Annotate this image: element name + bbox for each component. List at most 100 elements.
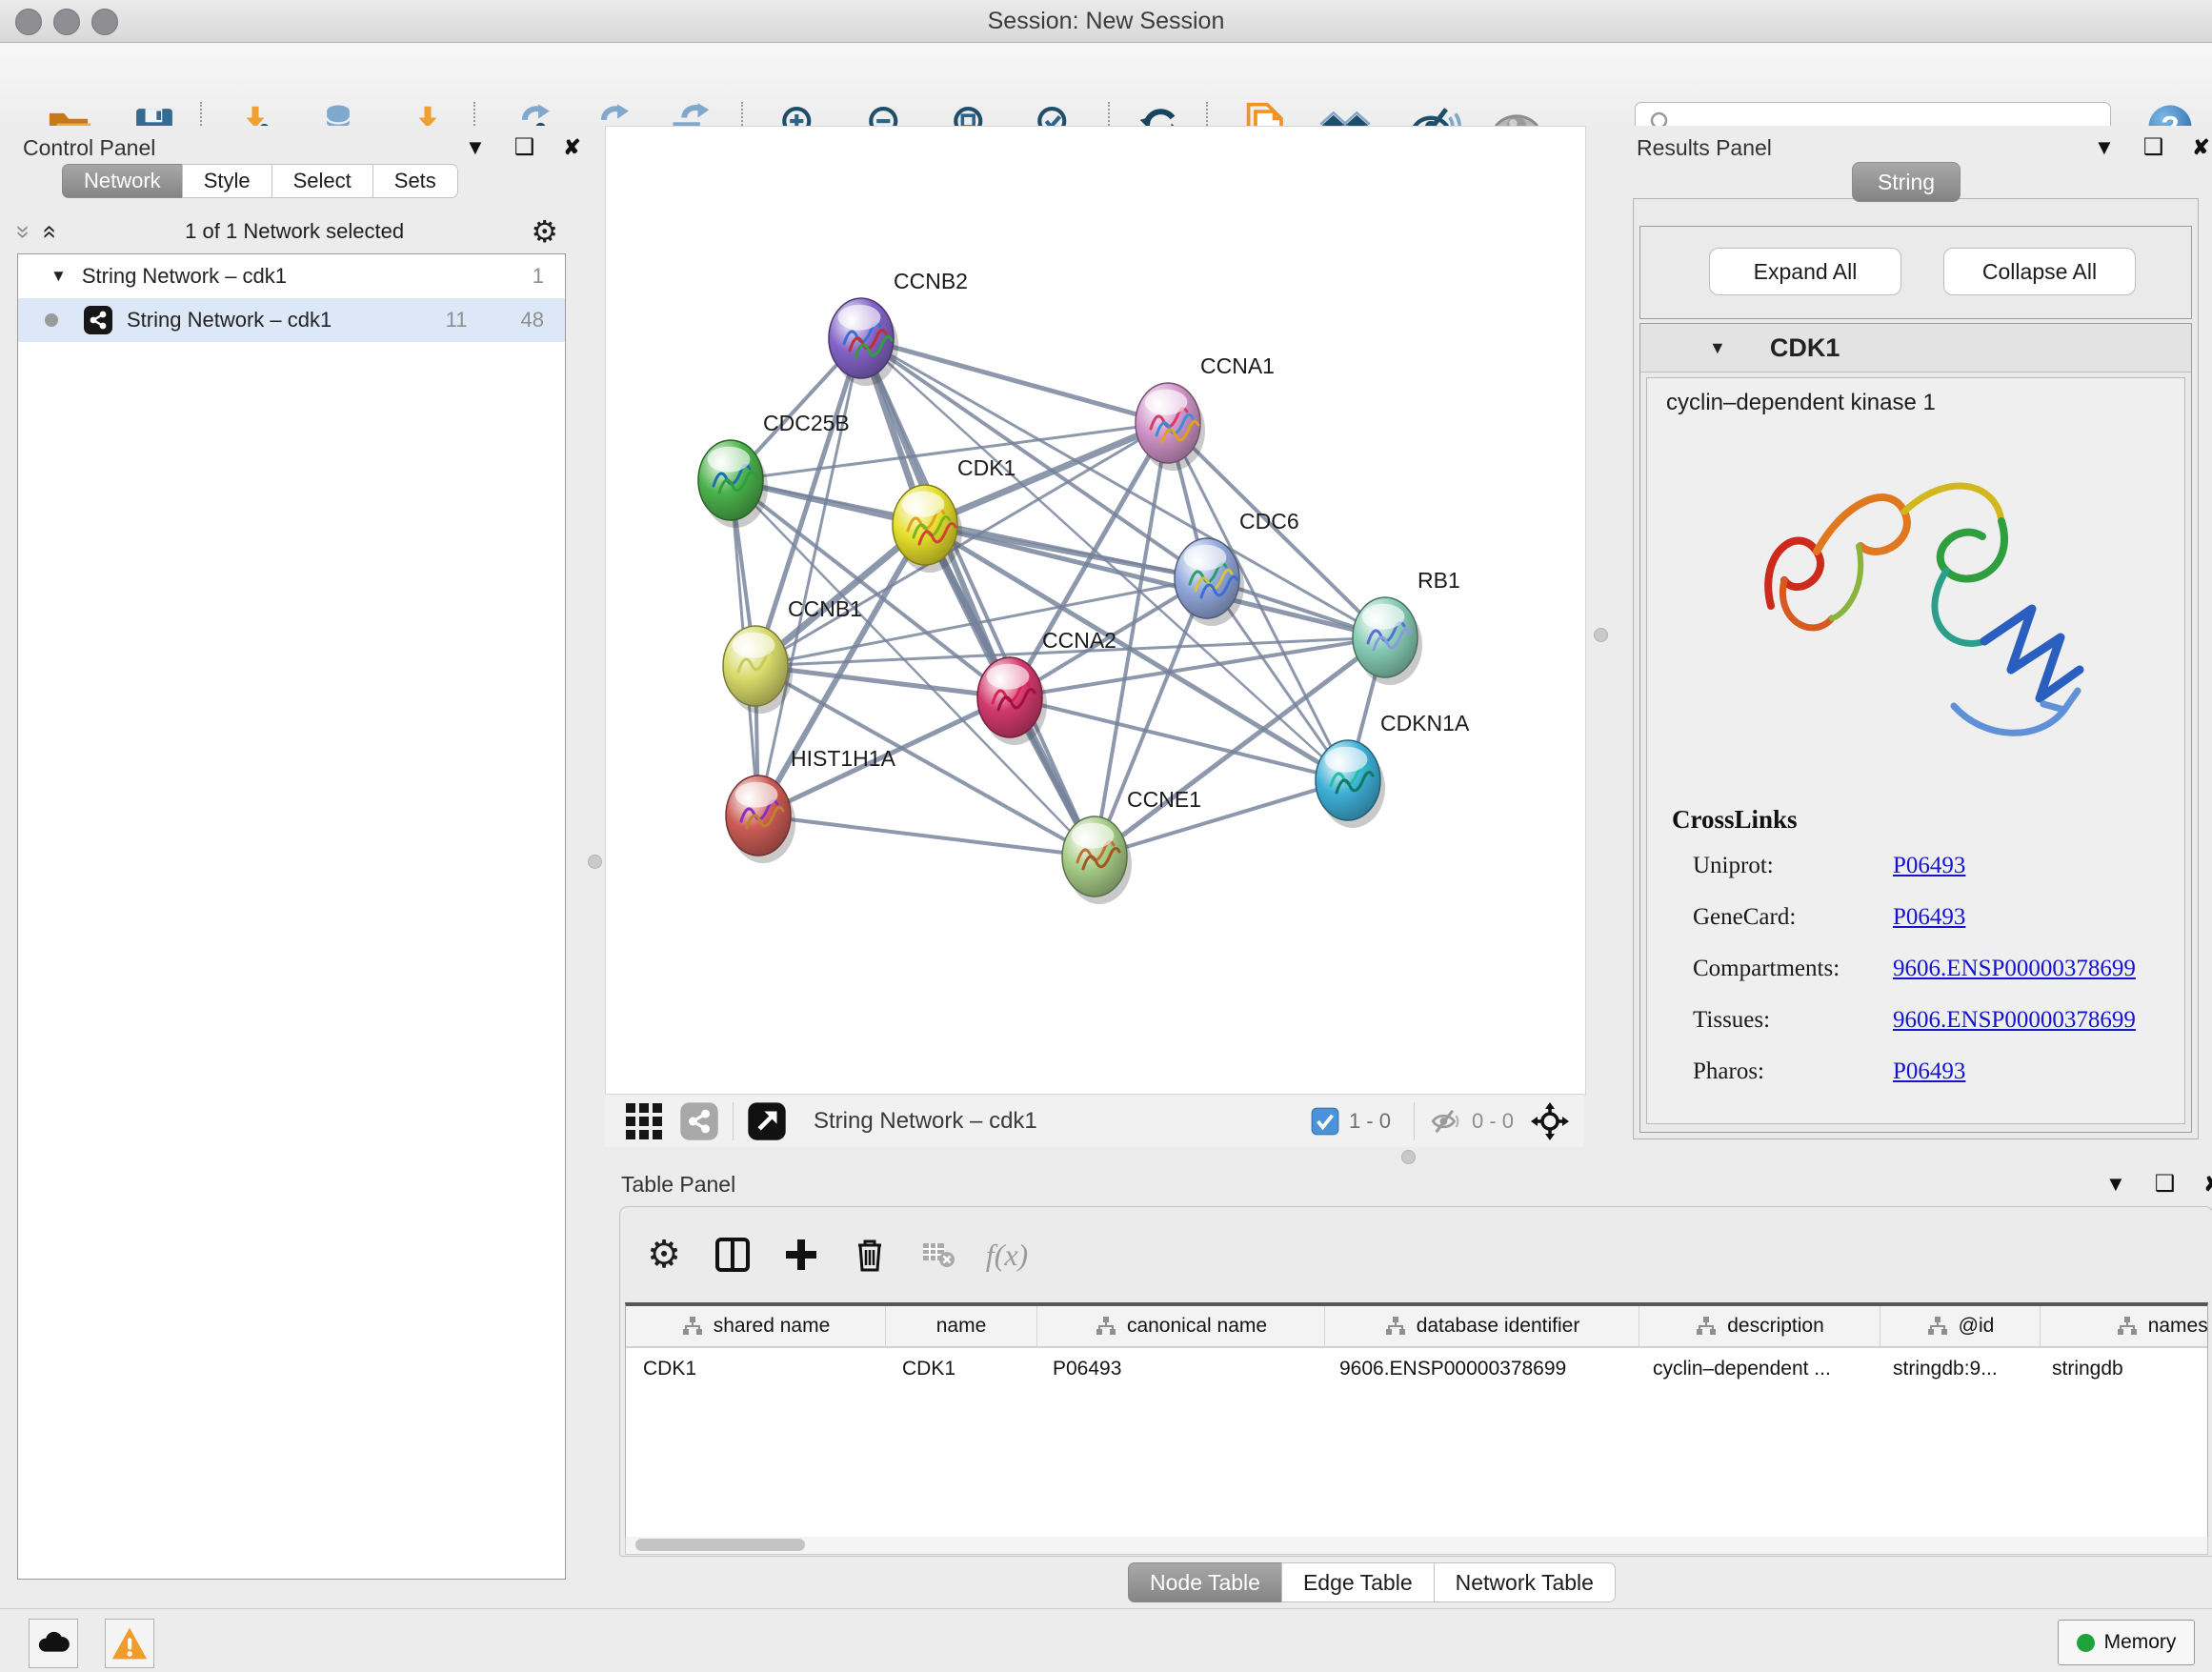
expand-all-networks-icon[interactable]: « <box>36 225 66 238</box>
table-settings-button[interactable]: ⚙ <box>630 1224 698 1285</box>
column-header-name[interactable]: name <box>886 1306 1037 1346</box>
panel-menu-icon[interactable]: ▼ <box>2094 135 2115 160</box>
table-cell[interactable]: CDK1 <box>885 1348 1036 1390</box>
table-cell[interactable]: P06493 <box>1036 1348 1322 1390</box>
column-type-icon <box>1695 1315 1718 1338</box>
gene-header-row[interactable]: ▼ CDK1 <box>1640 324 2191 373</box>
cloud-status-button[interactable] <box>29 1619 78 1668</box>
network-node-CDK1[interactable]: CDK1 <box>893 455 1016 573</box>
table-cell[interactable]: stringdb:9... <box>1876 1348 2035 1390</box>
column-header-description[interactable]: description <box>1639 1306 1880 1346</box>
tab-sets[interactable]: Sets <box>372 164 458 198</box>
network-node-RB1[interactable]: RB1 <box>1353 568 1460 685</box>
node-label: CDK1 <box>957 455 1016 480</box>
collapse-all-networks-icon[interactable]: » <box>10 225 39 238</box>
memory-button[interactable]: Memory <box>2058 1620 2195 1665</box>
crosslink-link[interactable]: 9606.ENSP00000378699 <box>1893 1007 2136 1034</box>
warnings-button[interactable] <box>105 1619 154 1668</box>
node-label: CDC6 <box>1239 509 1299 534</box>
panel-menu-icon[interactable]: ▼ <box>2105 1172 2126 1197</box>
protein-structure-image <box>1725 420 2106 792</box>
splitter-handle[interactable] <box>1401 1150 1416 1164</box>
expand-all-button[interactable]: Expand All <box>1709 248 1901 295</box>
table-row[interactable]: CDK1CDK1P064939606.ENSP00000378699cyclin… <box>626 1348 2207 1390</box>
network-view-title: String Network – cdk1 <box>814 1108 1037 1135</box>
network-node-CDC25B[interactable]: CDC25B <box>698 411 850 528</box>
close-panel-icon[interactable]: ✘ <box>2192 135 2209 160</box>
crosslink-label: Compartments: <box>1693 956 1893 982</box>
table-cell[interactable]: CDK1 <box>626 1348 885 1390</box>
column-header-databaseidentifier[interactable]: database identifier <box>1325 1306 1639 1346</box>
expander-icon[interactable]: ▼ <box>50 267 67 286</box>
tab-select[interactable]: Select <box>271 164 373 198</box>
table-cell[interactable]: 9606.ENSP00000378699 <box>1322 1348 1636 1390</box>
column-header-sharedname[interactable]: shared name <box>626 1306 886 1346</box>
close-panel-icon[interactable]: ✘ <box>2203 1172 2212 1197</box>
network-canvas[interactable]: CCNB2CCNA1CDC25BCDK1CDC6RB1CCNB1CCNA2CDK… <box>605 126 1586 1096</box>
warning-icon <box>111 1624 149 1662</box>
create-column-button[interactable] <box>767 1224 835 1285</box>
network-node-HIST1H1A[interactable]: HIST1H1A <box>726 746 896 863</box>
edge-count: 48 <box>521 308 544 332</box>
hidden-eye-slash-icon <box>1428 1103 1464 1139</box>
show-columns-button[interactable] <box>698 1224 767 1285</box>
status-bar: Memory <box>0 1608 2212 1672</box>
column-label: @id <box>1959 1315 1995 1338</box>
close-panel-icon[interactable]: ✘ <box>563 135 580 160</box>
control-panel-tabs: NetworkStyleSelectSets <box>63 164 458 198</box>
tab-edge-table[interactable]: Edge Table <box>1281 1562 1435 1602</box>
column-type-icon <box>2116 1315 2139 1338</box>
network-collection-row[interactable]: ▼ String Network – cdk1 1 <box>18 254 565 298</box>
tab-network-table[interactable]: Network Table <box>1434 1562 1616 1602</box>
grid-view-icon[interactable] <box>626 1103 662 1139</box>
table-cell[interactable]: cyclin–dependent ... <box>1636 1348 1876 1390</box>
selected-checkbox-icon[interactable] <box>1311 1107 1339 1136</box>
table-header-row: shared namenamecanonical namedatabase id… <box>626 1306 2207 1348</box>
table-cell[interactable]: stringdb <box>2035 1348 2208 1390</box>
network-node-CCNA1[interactable]: CCNA1 <box>1136 353 1275 471</box>
delete-columns-button[interactable] <box>835 1224 904 1285</box>
horizontal-splitter[interactable] <box>583 1147 2212 1164</box>
function-builder-button[interactable]: f(x) <box>973 1224 1041 1285</box>
scrollbar-thumb[interactable] <box>635 1539 805 1551</box>
network-edge[interactable] <box>758 816 1095 856</box>
network-row[interactable]: String Network – cdk1 11 48 <box>18 298 565 342</box>
column-header-namespace[interactable]: namespace <box>2041 1306 2208 1346</box>
table-horizontal-scrollbar[interactable] <box>625 1537 2208 1555</box>
column-header-id[interactable]: @id <box>1880 1306 2041 1346</box>
crosslink-row: Tissues:9606.ENSP00000378699 <box>1647 995 2184 1046</box>
network-node-CDKN1A[interactable]: CDKN1A <box>1316 711 1470 828</box>
crosslink-link[interactable]: P06493 <box>1893 853 1965 879</box>
tab-network[interactable]: Network <box>62 164 183 198</box>
tab-style[interactable]: Style <box>182 164 272 198</box>
panel-menu-icon[interactable]: ▼ <box>465 135 486 160</box>
crosslink-link[interactable]: P06493 <box>1893 1058 1965 1085</box>
splitter-handle[interactable] <box>588 855 602 869</box>
float-panel-icon[interactable]: ❑ <box>2155 1170 2176 1198</box>
float-panel-icon[interactable]: ❑ <box>514 133 535 161</box>
network-edge[interactable] <box>861 338 1385 637</box>
network-overview-share-icon[interactable] <box>679 1101 719 1141</box>
birdseye-view-icon[interactable] <box>747 1101 787 1141</box>
splitter-handle[interactable] <box>1594 628 1608 642</box>
string-network-icon <box>83 305 113 335</box>
network-edge[interactable] <box>755 666 1010 697</box>
collapse-all-button[interactable]: Collapse All <box>1943 248 2136 295</box>
column-header-canonicalname[interactable]: canonical name <box>1037 1306 1325 1346</box>
crosslink-link[interactable]: 9606.ENSP00000378699 <box>1893 956 2136 982</box>
float-panel-icon[interactable]: ❑ <box>2143 133 2164 161</box>
node-table: shared namenamecanonical namedatabase id… <box>625 1302 2208 1541</box>
tab-string[interactable]: String <box>1852 162 1961 202</box>
crosslink-link[interactable]: P06493 <box>1893 904 1965 931</box>
toolbar-separator <box>733 1102 734 1140</box>
tab-node-table[interactable]: Node Table <box>1128 1562 1282 1602</box>
vertical-splitter-left[interactable] <box>583 126 605 1147</box>
table-panel: Table Panel ▼ ❑ ✘ ⚙ <box>583 1164 2212 1608</box>
delete-table-button[interactable] <box>904 1224 973 1285</box>
network-node-CCNB2[interactable]: CCNB2 <box>829 269 968 386</box>
network-options-gear-icon[interactable]: ⚙ <box>531 213 558 250</box>
network-edge[interactable] <box>861 338 1095 856</box>
collapse-gene-icon[interactable]: ▼ <box>1709 338 1726 358</box>
fit-selected-crosshair-icon[interactable] <box>1529 1100 1571 1142</box>
gene-description: cyclin–dependent kinase 1 <box>1647 378 2184 416</box>
